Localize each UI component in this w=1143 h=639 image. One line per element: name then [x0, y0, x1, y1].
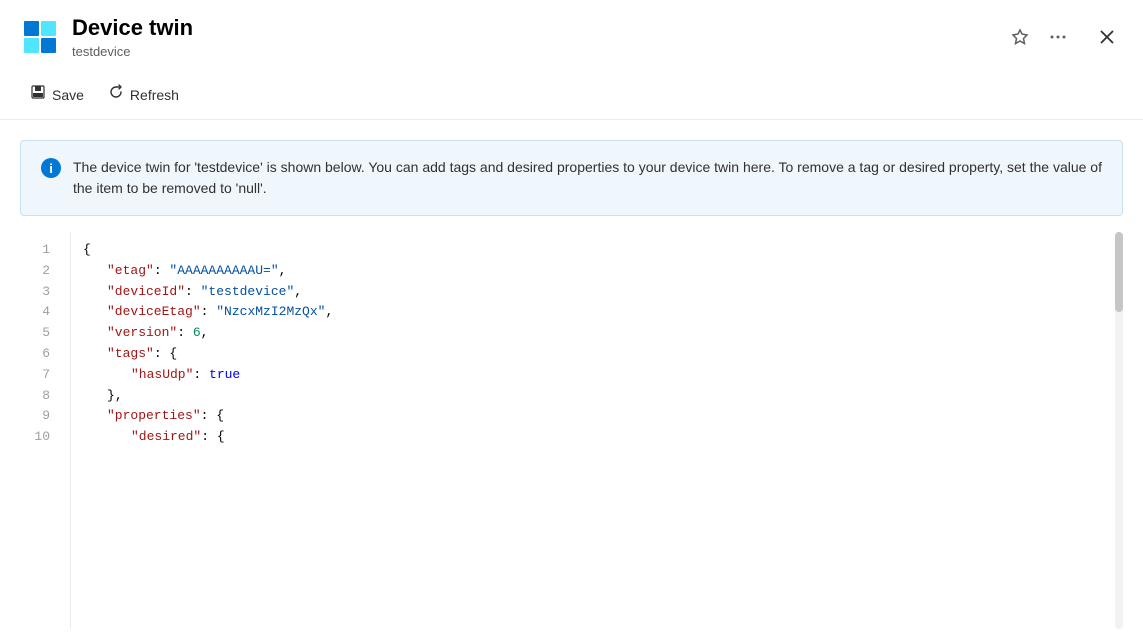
scrollbar-track[interactable] — [1115, 232, 1123, 629]
refresh-label: Refresh — [130, 87, 179, 103]
info-text: The device twin for 'testdevice' is show… — [73, 157, 1102, 199]
scrollbar-thumb[interactable] — [1115, 232, 1123, 312]
code-line-10: "desired": { — [83, 427, 1111, 448]
refresh-button[interactable]: Refresh — [98, 78, 189, 111]
header-text: Device twin testdevice — [72, 15, 995, 58]
code-line-9: "properties": { — [83, 406, 1111, 427]
code-content[interactable]: { "etag": "AAAAAAAAAAU=", "deviceId": "t… — [70, 232, 1123, 629]
refresh-icon — [108, 84, 124, 105]
code-line-7: "hasUdp": true — [83, 365, 1111, 386]
code-line-5: "version": 6, — [83, 323, 1111, 344]
more-options-icon[interactable] — [1045, 24, 1071, 50]
header-actions — [1007, 24, 1123, 50]
code-line-3: "deviceId": "testdevice", — [83, 282, 1111, 303]
device-icon — [20, 17, 60, 57]
info-banner: i The device twin for 'testdevice' is sh… — [20, 140, 1123, 216]
pin-icon[interactable] — [1007, 24, 1033, 50]
close-button[interactable] — [1091, 25, 1123, 49]
code-line-4: "deviceEtag": "NzcxMzI2MzQx", — [83, 302, 1111, 323]
panel-subtitle: testdevice — [72, 44, 995, 59]
code-line-8: }, — [83, 386, 1111, 407]
code-line-6: "tags": { — [83, 344, 1111, 365]
code-line-2: "etag": "AAAAAAAAAAU=", — [83, 261, 1111, 282]
save-label: Save — [52, 87, 84, 103]
toolbar: Save Refresh — [0, 70, 1143, 120]
code-editor[interactable]: 1 2 3 4 5 6 7 8 9 10 { "etag": "AAAAAAAA… — [20, 232, 1123, 629]
panel-header: Device twin testdevice — [0, 0, 1143, 70]
device-twin-panel: Device twin testdevice — [0, 0, 1143, 639]
line-numbers: 1 2 3 4 5 6 7 8 9 10 — [20, 232, 70, 629]
info-icon: i — [41, 158, 61, 178]
save-button[interactable]: Save — [20, 78, 94, 111]
panel-title: Device twin — [72, 15, 995, 41]
code-line-1: { — [83, 240, 1111, 261]
save-icon — [30, 84, 46, 105]
